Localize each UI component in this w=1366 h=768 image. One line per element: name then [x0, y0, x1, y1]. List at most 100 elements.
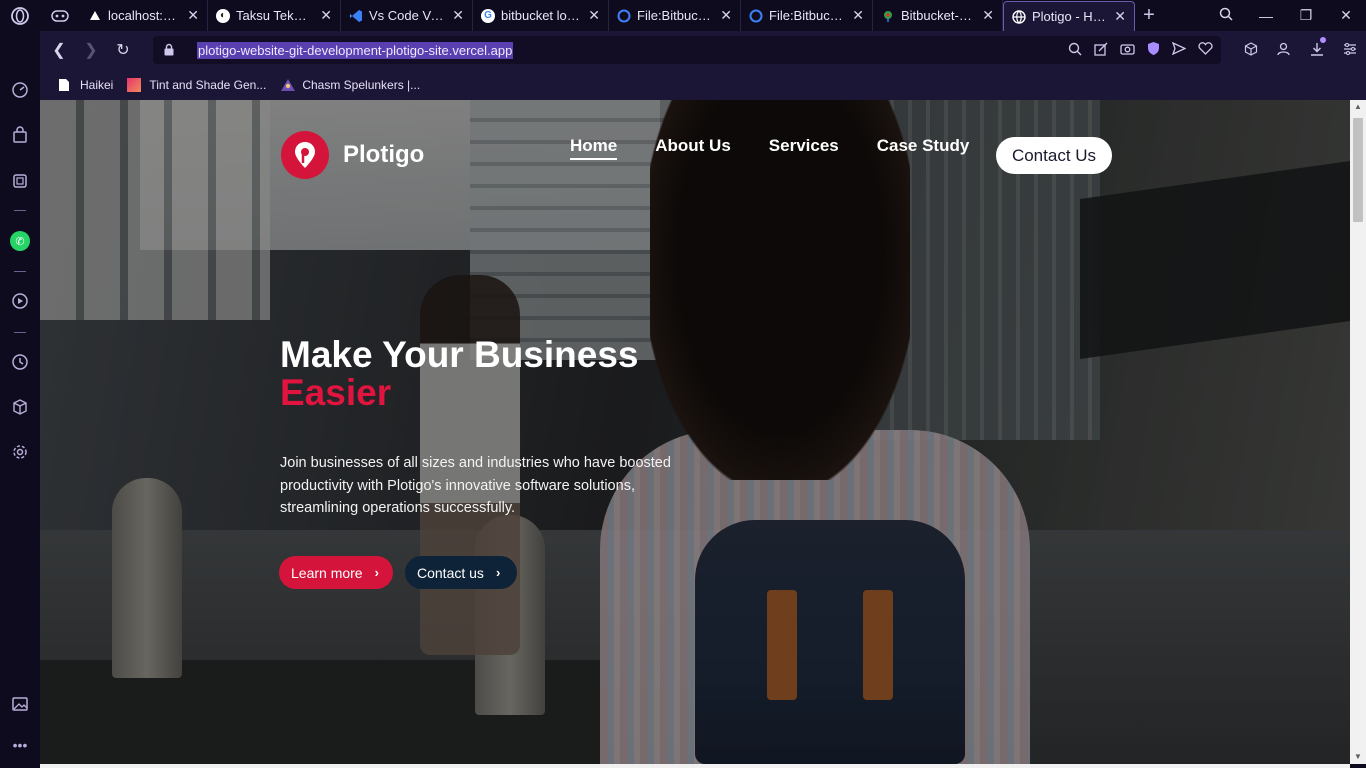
site-header: Plotigo Home About Us Services Case Stud… — [40, 100, 1350, 210]
snapshot-camera-icon[interactable] — [1114, 42, 1140, 58]
tab-bitbucket-blue[interactable]: Bitbucket-blue ✕ — [873, 0, 1003, 31]
downloads-icon[interactable] — [1300, 36, 1333, 59]
shield-vpn-icon[interactable] — [1140, 41, 1166, 59]
speed-dial-icon[interactable] — [10, 80, 30, 100]
bookmark-chasm-spelunkers[interactable]: Chasm Spelunkers |... — [280, 78, 420, 92]
bookmark-label: Tint and Shade Gen... — [149, 77, 267, 92]
lens-search-icon[interactable] — [1062, 42, 1088, 59]
sidebar-separator — [14, 271, 26, 272]
bookmarks-bar: Haikei Tint and Shade Gen... Chasm Spelu… — [40, 69, 1366, 100]
settings-gear-icon[interactable] — [10, 442, 30, 462]
gamepad-icon[interactable] — [40, 0, 80, 31]
bookmark-label: Haikei — [80, 77, 114, 92]
map-pin-logo-icon — [281, 131, 329, 179]
player-icon[interactable] — [10, 291, 30, 311]
history-icon[interactable] — [10, 352, 30, 372]
hero-title: Make Your Business Easier — [280, 336, 639, 412]
learn-more-button[interactable]: Learn more › — [279, 556, 393, 589]
page-viewport: Plotigo Home About Us Services Case Stud… — [40, 100, 1350, 764]
close-icon[interactable]: ✕ — [320, 7, 332, 24]
shopping-bag-icon[interactable] — [10, 125, 30, 145]
tab-title: File:Bitbucket-b — [637, 8, 712, 23]
horizontal-scrollbar[interactable] — [40, 764, 1350, 768]
scrollbar-thumb[interactable] — [1353, 118, 1363, 222]
reload-icon[interactable]: ↻ — [107, 34, 139, 66]
tab-file-bitbucket-1[interactable]: File:Bitbucket-b ✕ — [609, 0, 741, 31]
tab-strip: localhost:3000/ ✕ ◐ Taksu Teknologi ✕ Vs… — [0, 0, 1366, 31]
globe-icon: ◐ — [216, 8, 230, 23]
close-window-icon[interactable]: ✕ — [1326, 7, 1366, 24]
nav-about-us[interactable]: About Us — [655, 136, 731, 156]
back-icon[interactable]: ❮ — [43, 34, 75, 66]
new-tab-icon[interactable]: + — [1135, 4, 1163, 27]
send-icon[interactable] — [1166, 41, 1192, 58]
nav-case-study[interactable]: Case Study — [877, 136, 970, 156]
tab-title: localhost:3000/ — [108, 8, 179, 23]
bookmark-tint-shade[interactable]: Tint and Shade Gen... — [127, 77, 267, 92]
url-tools — [1062, 31, 1218, 69]
toolbar-right — [1234, 31, 1366, 69]
opera-menu-icon[interactable] — [0, 0, 40, 31]
bookmark-haikei[interactable]: Haikei — [58, 78, 113, 92]
main-nav: Home About Us Services Case Study — [570, 136, 1007, 160]
more-options-icon[interactable]: ••• — [10, 735, 30, 755]
close-icon[interactable]: ✕ — [452, 7, 464, 24]
gradient-icon — [127, 77, 142, 92]
sidebar-separator — [14, 210, 26, 211]
edit-icon[interactable] — [1088, 42, 1114, 59]
close-icon[interactable]: ✕ — [588, 7, 600, 24]
globe-icon — [1012, 9, 1026, 24]
tab-title: Plotigo - Home — [1032, 9, 1106, 24]
extensions-cube-icon[interactable] — [10, 397, 30, 417]
tab-plotigo-home[interactable]: Plotigo - Home ✕ — [1003, 1, 1135, 31]
nav-home[interactable]: Home — [570, 136, 618, 160]
tab-file-bitbucket-2[interactable]: File:Bitbucket-b ✕ — [741, 0, 873, 31]
tab-taksu[interactable]: ◐ Taksu Teknologi ✕ — [208, 0, 341, 31]
close-icon[interactable]: ✕ — [982, 7, 994, 24]
aria-ai-icon[interactable] — [10, 171, 30, 191]
restore-icon[interactable]: ❐ — [1286, 7, 1326, 24]
tab-title: Bitbucket-blue — [901, 8, 974, 23]
whatsapp-icon[interactable]: ✆ — [10, 231, 30, 251]
scroll-up-arrow-icon[interactable]: ▲ — [1350, 100, 1366, 114]
vscode-icon — [349, 9, 363, 23]
game-icon — [280, 78, 296, 92]
minimize-icon[interactable]: — — [1246, 8, 1286, 24]
tab-title: bitbucket logo — [501, 8, 581, 23]
forward-icon[interactable]: ❯ — [75, 34, 107, 66]
close-icon[interactable]: ✕ — [852, 7, 864, 24]
extensions-icon[interactable] — [1234, 41, 1267, 59]
heart-icon[interactable] — [1192, 42, 1218, 58]
chevron-right-icon: › — [374, 565, 379, 580]
easy-setup-icon[interactable] — [1333, 42, 1366, 58]
brand-name: Plotigo — [343, 141, 425, 168]
vertical-scrollbar[interactable]: ▲ ▼ — [1350, 100, 1366, 764]
tab-title: File:Bitbucket-b — [769, 8, 844, 23]
close-icon[interactable]: ✕ — [1114, 8, 1126, 25]
window-controls: — ❐ ✕ — [1206, 0, 1366, 31]
nav-contact-us-button[interactable]: Contact Us — [996, 137, 1112, 174]
nav-services[interactable]: Services — [769, 136, 839, 156]
tab-localhost[interactable]: localhost:3000/ ✕ — [80, 0, 208, 31]
tab-title: Vs Code Vector — [369, 8, 445, 23]
close-icon[interactable]: ✕ — [720, 7, 732, 24]
triangle-icon — [88, 9, 102, 23]
url-field[interactable]: plotigo-website-git-development-plotigo-… — [153, 36, 1221, 64]
url-text[interactable]: plotigo-website-git-development-plotigo-… — [197, 41, 514, 59]
profile-icon[interactable] — [1267, 42, 1300, 59]
contact-us-button[interactable]: Contact us › — [405, 556, 517, 589]
lock-icon[interactable] — [163, 43, 177, 57]
learn-more-label: Learn more — [291, 564, 363, 581]
image-gallery-icon[interactable] — [10, 694, 30, 714]
sidebar-separator — [14, 332, 26, 333]
tab-bitbucket-logo[interactable]: G bitbucket logo ✕ — [473, 0, 609, 31]
wikimedia-commons-icon — [881, 9, 895, 23]
browser-sidebar: ✆ ••• — [0, 31, 40, 768]
close-icon[interactable]: ✕ — [187, 7, 199, 24]
search-tabs-icon[interactable] — [1206, 7, 1246, 24]
tab-vscode-vector[interactable]: Vs Code Vector ✕ — [341, 0, 473, 31]
plotigo-logo[interactable]: Plotigo — [281, 131, 424, 179]
scroll-down-arrow-icon[interactable]: ▼ — [1350, 750, 1366, 764]
hero-title-accent: Easier — [280, 372, 392, 413]
page-icon — [58, 78, 72, 92]
